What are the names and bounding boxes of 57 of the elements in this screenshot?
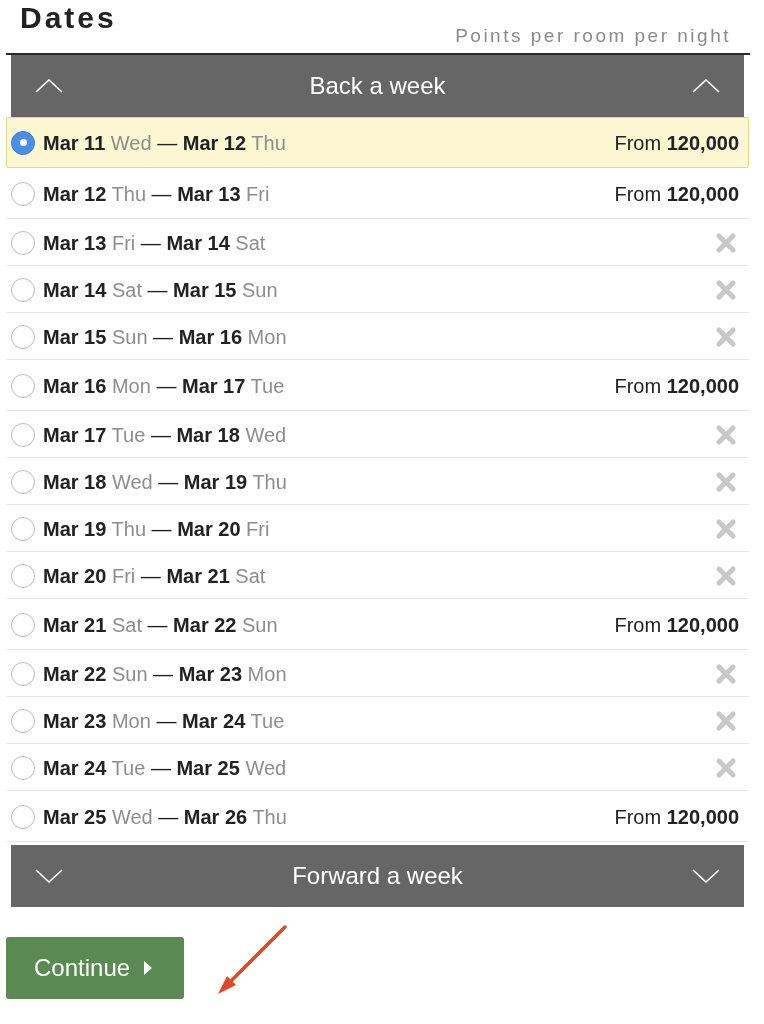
cross-icon xyxy=(716,326,736,347)
date-range: Mar 12 Thu — Mar 13 Fri xyxy=(43,181,270,207)
cross-icon xyxy=(716,710,736,731)
price-text: From 120,000 xyxy=(614,373,739,399)
cross-icon xyxy=(716,424,736,445)
points-note: Points per room per night xyxy=(455,26,731,45)
chevron-down-icon xyxy=(35,869,63,883)
radio-button[interactable] xyxy=(11,324,35,349)
radio-button[interactable] xyxy=(11,373,35,398)
radio-button[interactable] xyxy=(11,755,35,780)
date-range: Mar 19 Thu — Mar 20 Fri xyxy=(43,516,270,542)
cross-icon xyxy=(716,757,736,778)
continue-button[interactable]: Continue xyxy=(6,937,184,999)
cross-icon xyxy=(716,565,736,586)
date-range: Mar 24 Tue — Mar 25 Wed xyxy=(43,755,287,781)
date-range: Mar 11 Wed — Mar 12 Thu xyxy=(43,130,286,156)
cross-icon xyxy=(716,663,736,684)
date-range: Mar 25 Wed — Mar 26 Thu xyxy=(43,804,287,830)
radio-button[interactable] xyxy=(11,181,35,206)
price-text: From 120,000 xyxy=(614,612,739,638)
radio-button[interactable] xyxy=(11,422,35,447)
date-range: Mar 14 Sat — Mar 15 Sun xyxy=(43,277,278,303)
chevron-up-icon xyxy=(692,79,720,93)
date-range: Mar 23 Mon — Mar 24 Tue xyxy=(43,708,285,734)
chevron-up-icon xyxy=(35,79,63,93)
date-range: Mar 17 Tue — Mar 18 Wed xyxy=(43,422,287,448)
price-text: From 120,000 xyxy=(614,181,739,207)
annotation-arrow xyxy=(218,925,288,995)
date-range: Mar 13 Fri — Mar 14 Sat xyxy=(43,230,266,256)
cross-icon xyxy=(716,518,736,539)
radio-button[interactable] xyxy=(11,612,35,637)
forward-a-week-button[interactable]: Forward a week xyxy=(11,845,744,907)
cross-icon xyxy=(716,279,736,300)
back-a-week-button[interactable]: Back a week xyxy=(11,55,744,117)
cross-icon xyxy=(716,471,736,492)
radio-button[interactable] xyxy=(11,277,35,302)
radio-button[interactable] xyxy=(11,130,35,155)
cross-icon xyxy=(716,232,736,253)
date-range: Mar 21 Sat — Mar 22 Sun xyxy=(43,612,278,638)
price-text: From 120,000 xyxy=(614,130,739,156)
date-range: Mar 16 Mon — Mar 17 Tue xyxy=(43,373,285,399)
radio-button[interactable] xyxy=(11,661,35,686)
radio-button[interactable] xyxy=(11,516,35,541)
caret-right-icon xyxy=(144,961,153,975)
date-range: Mar 18 Wed — Mar 19 Thu xyxy=(43,469,287,495)
radio-button[interactable] xyxy=(11,469,35,494)
chevron-down-icon xyxy=(692,869,720,883)
radio-button[interactable] xyxy=(11,804,35,829)
price-text: From 120,000 xyxy=(614,804,739,830)
radio-button[interactable] xyxy=(11,708,35,733)
selected-row-highlight[interactable]: Mar 11 Wed — Mar 12 Thu From 120,000 xyxy=(6,117,749,168)
page-title: Dates xyxy=(20,3,117,33)
date-range: Mar 20 Fri — Mar 21 Sat xyxy=(43,563,266,589)
radio-button[interactable] xyxy=(11,230,35,255)
radio-button[interactable] xyxy=(11,563,35,588)
date-range: Mar 22 Sun — Mar 23 Mon xyxy=(43,661,287,687)
date-range: Mar 15 Sun — Mar 16 Mon xyxy=(43,324,287,350)
